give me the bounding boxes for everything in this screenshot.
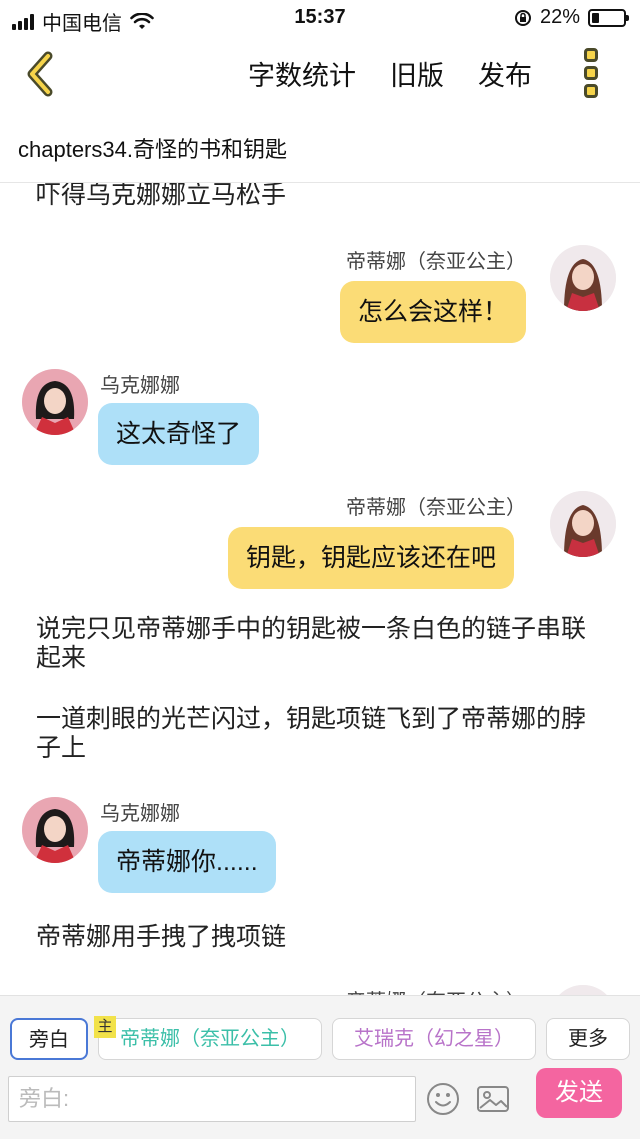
avatar-tidina[interactable] bbox=[550, 985, 616, 995]
chat-bubble: 怎么会这样！ bbox=[340, 281, 527, 343]
old-version-button[interactable]: 旧版 bbox=[390, 54, 444, 93]
chat-bubble: 这太奇怪了 bbox=[98, 403, 260, 465]
avatar-wukenana[interactable] bbox=[22, 797, 88, 863]
more-roles-button[interactable]: 更多 bbox=[546, 1018, 630, 1060]
role-narration-button[interactable]: 旁白 bbox=[10, 1018, 88, 1060]
chat-content[interactable]: 吓得乌克娜娜立马松手 帝蒂娜（奈亚公主） 怎么会这样！ 乌克娜娜 这太奇怪了 帝… bbox=[0, 183, 640, 995]
send-button[interactable]: 发送 bbox=[536, 1068, 622, 1118]
status-bar: 中国电信 15:37 22% bbox=[0, 0, 640, 36]
status-right: 22% bbox=[514, 6, 629, 29]
more-menu-icon[interactable] bbox=[580, 48, 602, 98]
avatar-wukenana[interactable] bbox=[22, 369, 88, 435]
chapter-title: chapters34.奇怪的书和钥匙 bbox=[18, 137, 287, 162]
composer-panel: 旁白 帝蒂娜（奈亚公主） 主 艾瑞克（幻之星） 更多 旁白: 发送 bbox=[0, 995, 640, 1139]
speaker-name: 帝蒂娜（奈亚公主） bbox=[346, 251, 526, 273]
role-tidina-button[interactable]: 帝蒂娜（奈亚公主） bbox=[98, 1018, 322, 1060]
speaker-name: 帝蒂娜（奈亚公主） bbox=[346, 497, 526, 519]
speaker-name: 乌克娜娜 bbox=[100, 803, 180, 825]
back-arrow-icon[interactable] bbox=[22, 48, 62, 100]
battery-label: 22% bbox=[539, 6, 580, 28]
main-role-badge: 主 bbox=[94, 1016, 116, 1038]
narration-text: 吓得乌克娜娜立马松手 bbox=[36, 183, 287, 209]
chat-bubble: 帝蒂娜你...... bbox=[98, 831, 276, 893]
nav-actions: 字数统计 旧版 发布 bbox=[248, 54, 532, 93]
narration-text: 一道刺眼的光芒闪过，钥匙项链飞到了帝蒂娜的脖子上 bbox=[36, 705, 587, 762]
narration-text: 帝蒂娜用手拽了拽项链 bbox=[36, 923, 287, 951]
chat-bubble: 钥匙，钥匙应该还在吧 bbox=[228, 527, 515, 589]
nav-bar: 字数统计 旧版 发布 bbox=[0, 40, 640, 110]
role-eric-button[interactable]: 艾瑞克（幻之星） bbox=[332, 1018, 536, 1060]
rotation-lock-icon bbox=[514, 9, 531, 26]
avatar-tidina[interactable] bbox=[550, 491, 616, 557]
avatar-tidina[interactable] bbox=[550, 245, 616, 311]
speaker-name: 帝蒂娜（奈亚公主） bbox=[346, 985, 526, 995]
battery-icon bbox=[588, 8, 629, 27]
message-input[interactable]: 旁白: bbox=[8, 1076, 416, 1122]
word-count-button[interactable]: 字数统计 bbox=[248, 54, 356, 93]
narration-text: 说完只见帝蒂娜手中的钥匙被一条白色的链子串联起来 bbox=[36, 615, 587, 672]
emoji-icon[interactable] bbox=[426, 1082, 460, 1116]
image-icon[interactable] bbox=[476, 1082, 510, 1116]
publish-button[interactable]: 发布 bbox=[478, 54, 532, 93]
speaker-name: 乌克娜娜 bbox=[100, 375, 180, 397]
